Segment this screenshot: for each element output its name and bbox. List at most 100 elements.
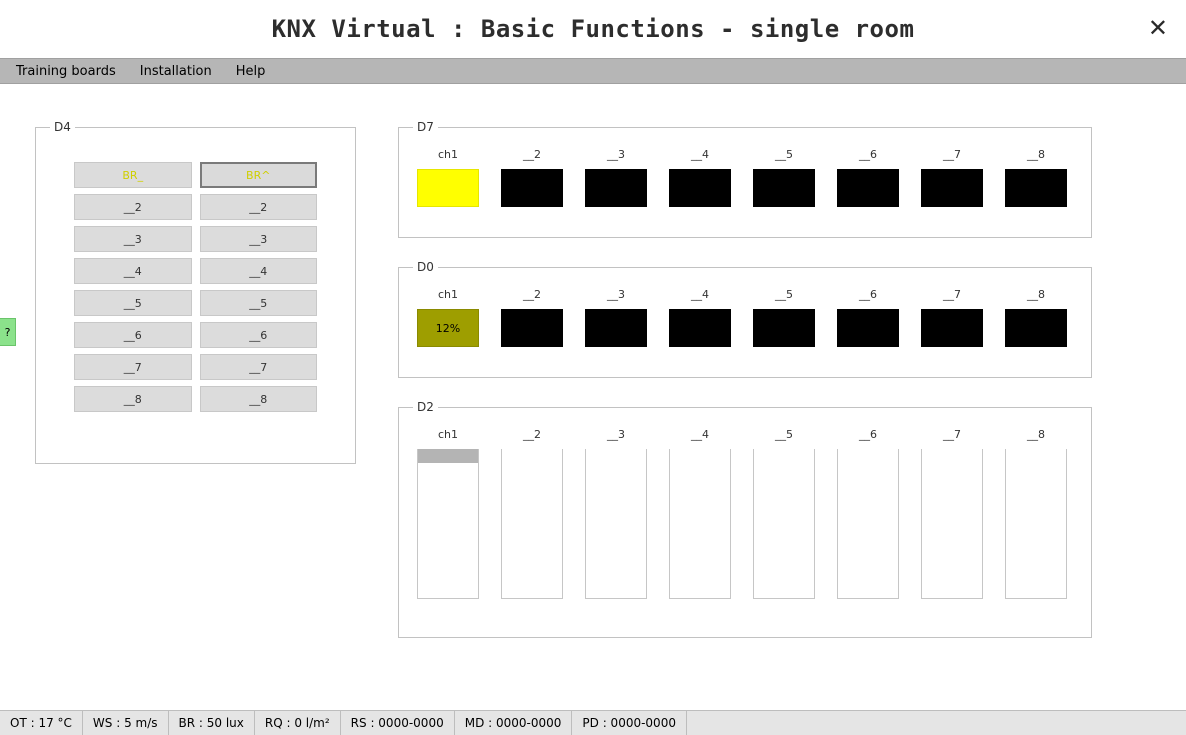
d4-right-1[interactable]: BR^ bbox=[200, 162, 318, 188]
d2-channel-8: __8 bbox=[1005, 428, 1067, 599]
d0-channel-label: __2 bbox=[523, 288, 541, 301]
d0-channel-label: __3 bbox=[607, 288, 625, 301]
status-rq: RQ : 0 l/m² bbox=[255, 711, 341, 735]
d2-channel-1: ch1 bbox=[417, 428, 479, 599]
d0-channel-box[interactable]: 12% bbox=[417, 309, 479, 347]
d7-channel-1: ch1 bbox=[417, 148, 479, 207]
d2-channel-slot[interactable] bbox=[921, 449, 983, 599]
d2-channel-label: ch1 bbox=[438, 428, 458, 441]
d4-right-8[interactable]: __8 bbox=[200, 386, 318, 412]
menu-bar: Training boards Installation Help bbox=[0, 58, 1186, 84]
panel-d4: D4 BR_ BR^ __2 __2 __3 __3 __4 __4 __5 _… bbox=[35, 120, 356, 464]
d4-left-4[interactable]: __4 bbox=[74, 258, 192, 284]
d2-channel-slot[interactable] bbox=[501, 449, 563, 599]
d4-right-7[interactable]: __7 bbox=[200, 354, 318, 380]
d0-channel-box[interactable] bbox=[501, 309, 563, 347]
d2-channel-fill bbox=[418, 449, 478, 463]
d2-channel-label: __5 bbox=[775, 428, 793, 441]
d7-channel-6: __6 bbox=[837, 148, 899, 207]
panel-d4-legend: D4 bbox=[50, 120, 75, 134]
d7-channel-box[interactable] bbox=[669, 169, 731, 207]
d2-channel-label: __8 bbox=[1027, 428, 1045, 441]
status-br: BR : 50 lux bbox=[169, 711, 255, 735]
d4-left-1[interactable]: BR_ bbox=[74, 162, 192, 188]
close-icon[interactable]: ✕ bbox=[1148, 14, 1168, 42]
d4-left-2[interactable]: __2 bbox=[74, 194, 192, 220]
d2-channel-label: __3 bbox=[607, 428, 625, 441]
d0-channel-label: ch1 bbox=[438, 288, 458, 301]
d4-right-4[interactable]: __4 bbox=[200, 258, 318, 284]
d2-channel-label: __4 bbox=[691, 428, 709, 441]
panel-d7-legend: D7 bbox=[413, 120, 438, 134]
d7-channel-5: __5 bbox=[753, 148, 815, 207]
d7-channel-box[interactable] bbox=[417, 169, 479, 207]
d7-channel-label: __2 bbox=[523, 148, 541, 161]
menu-training-boards[interactable]: Training boards bbox=[4, 60, 128, 83]
d7-channel-box[interactable] bbox=[753, 169, 815, 207]
d7-channel-label: __7 bbox=[943, 148, 961, 161]
d0-channel-box[interactable] bbox=[669, 309, 731, 347]
window-title: KNX Virtual : Basic Functions - single r… bbox=[272, 15, 915, 43]
d2-channel-slot[interactable] bbox=[837, 449, 899, 599]
status-rs: RS : 0000-0000 bbox=[341, 711, 455, 735]
d4-right-2[interactable]: __2 bbox=[200, 194, 318, 220]
d2-channel-2: __2 bbox=[501, 428, 563, 599]
d0-row: ch1 12% __2 __3 __4 __5 __6 __7 __8 bbox=[413, 284, 1077, 347]
d0-channel-4: __4 bbox=[669, 288, 731, 347]
menu-installation[interactable]: Installation bbox=[128, 60, 224, 83]
d0-channel-label: __8 bbox=[1027, 288, 1045, 301]
d2-channel-slot[interactable] bbox=[669, 449, 731, 599]
d0-channel-box[interactable] bbox=[585, 309, 647, 347]
d0-channel-3: __3 bbox=[585, 288, 647, 347]
d7-channel-3: __3 bbox=[585, 148, 647, 207]
d2-channel-slot[interactable] bbox=[753, 449, 815, 599]
d7-channel-label: __4 bbox=[691, 148, 709, 161]
d2-channel-slot[interactable] bbox=[1005, 449, 1067, 599]
d0-channel-6: __6 bbox=[837, 288, 899, 347]
d0-channel-5: __5 bbox=[753, 288, 815, 347]
d7-channel-4: __4 bbox=[669, 148, 731, 207]
d7-channel-box[interactable] bbox=[585, 169, 647, 207]
status-bar: OT : 17 °C WS : 5 m/s BR : 50 lux RQ : 0… bbox=[0, 710, 1186, 735]
d0-channel-label: __7 bbox=[943, 288, 961, 301]
d2-channel-4: __4 bbox=[669, 428, 731, 599]
menu-help[interactable]: Help bbox=[224, 60, 278, 83]
help-tab[interactable]: ? bbox=[0, 318, 16, 346]
d7-channel-box[interactable] bbox=[1005, 169, 1067, 207]
d4-left-7[interactable]: __7 bbox=[74, 354, 192, 380]
d7-channel-box[interactable] bbox=[921, 169, 983, 207]
d7-channel-label: __8 bbox=[1027, 148, 1045, 161]
d2-channel-5: __5 bbox=[753, 428, 815, 599]
d0-channel-2: __2 bbox=[501, 288, 563, 347]
d4-left-6[interactable]: __6 bbox=[74, 322, 192, 348]
d7-channel-8: __8 bbox=[1005, 148, 1067, 207]
status-ws: WS : 5 m/s bbox=[83, 711, 169, 735]
panel-d2-legend: D2 bbox=[413, 400, 438, 414]
d4-right-6[interactable]: __6 bbox=[200, 322, 318, 348]
d2-channel-slot[interactable] bbox=[417, 449, 479, 599]
d7-channel-7: __7 bbox=[921, 148, 983, 207]
d0-channel-box[interactable] bbox=[1005, 309, 1067, 347]
d2-channel-slot[interactable] bbox=[585, 449, 647, 599]
d0-channel-box[interactable] bbox=[837, 309, 899, 347]
d2-channel-label: __2 bbox=[523, 428, 541, 441]
d4-grid: BR_ BR^ __2 __2 __3 __3 __4 __4 __5 __5 … bbox=[50, 162, 341, 412]
d2-channel-label: __7 bbox=[943, 428, 961, 441]
d7-channel-box[interactable] bbox=[501, 169, 563, 207]
d0-channel-label: __4 bbox=[691, 288, 709, 301]
title-bar: KNX Virtual : Basic Functions - single r… bbox=[0, 0, 1186, 58]
d4-right-3[interactable]: __3 bbox=[200, 226, 318, 252]
d4-left-5[interactable]: __5 bbox=[74, 290, 192, 316]
d7-channel-box[interactable] bbox=[837, 169, 899, 207]
d4-left-8[interactable]: __8 bbox=[74, 386, 192, 412]
panel-d2: D2 ch1 __2 __3 __4 __5 __6 __7 __8 bbox=[398, 400, 1092, 638]
d4-right-5[interactable]: __5 bbox=[200, 290, 318, 316]
d7-channel-2: __2 bbox=[501, 148, 563, 207]
d2-channel-6: __6 bbox=[837, 428, 899, 599]
d4-left-3[interactable]: __3 bbox=[74, 226, 192, 252]
panel-d0-legend: D0 bbox=[413, 260, 438, 274]
workspace: ? D4 BR_ BR^ __2 __2 __3 __3 __4 __4 __5… bbox=[0, 84, 1186, 710]
d0-channel-box[interactable] bbox=[753, 309, 815, 347]
d0-channel-box[interactable] bbox=[921, 309, 983, 347]
d0-channel-7: __7 bbox=[921, 288, 983, 347]
